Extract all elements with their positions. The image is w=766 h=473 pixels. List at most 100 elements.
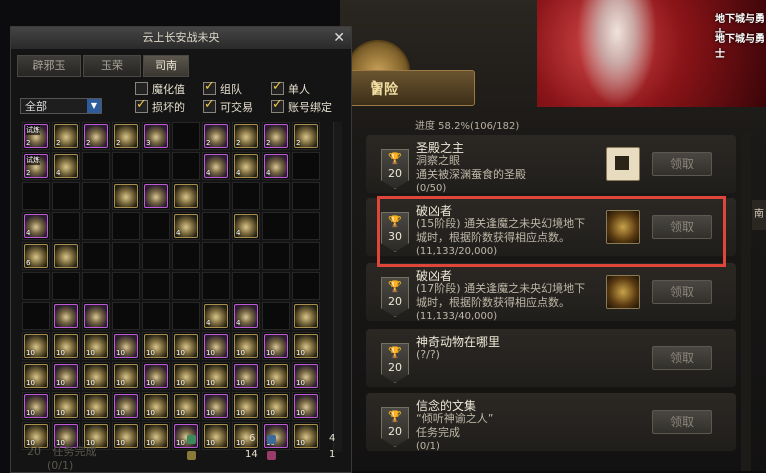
inventory-slot[interactable]: 10 [22, 362, 50, 390]
inventory-slot[interactable] [112, 182, 140, 210]
inventory-slot[interactable]: 4 [232, 212, 260, 240]
inventory-slot[interactable] [202, 272, 230, 300]
inventory-slot[interactable] [82, 182, 110, 210]
inventory-slot[interactable]: 10 [202, 362, 230, 390]
inventory-slot[interactable]: 10 [82, 332, 110, 360]
inventory-slot[interactable]: 10 [232, 332, 260, 360]
inventory-slot[interactable]: 2 [232, 122, 260, 150]
inventory-slot[interactable]: 10 [142, 332, 170, 360]
inventory-slot[interactable]: 2 [82, 122, 110, 150]
tab-sinan[interactable]: 司南 [143, 55, 189, 77]
item-chest-icon[interactable]: 10 [114, 394, 138, 418]
inventory-slot[interactable]: 4 [232, 302, 260, 330]
inventory-slot[interactable]: 10 [142, 422, 170, 450]
item-chest-icon[interactable]: 2 [54, 124, 78, 148]
inventory-slot[interactable]: 2 [112, 122, 140, 150]
inventory-slot[interactable]: 10 [52, 362, 80, 390]
claim-button[interactable]: 领取 [652, 346, 712, 370]
item-chest-icon[interactable]: 4 [174, 214, 198, 238]
filter-select[interactable]: 全部 ▼ [20, 98, 102, 114]
inventory-slot[interactable] [112, 212, 140, 240]
inventory-slot[interactable]: 2 [262, 122, 290, 150]
inventory-slot[interactable] [202, 182, 230, 210]
inventory-slot[interactable]: 试炼 2 [22, 152, 50, 180]
item-chest-icon[interactable]: 2 [204, 124, 228, 148]
inventory-slot[interactable]: 10 [262, 362, 290, 390]
claim-button[interactable]: 领取 [652, 410, 712, 434]
inventory-slot[interactable] [172, 182, 200, 210]
item-chest-icon[interactable]: 10 [144, 334, 168, 358]
item-chest-icon[interactable] [114, 184, 138, 208]
item-chest-icon[interactable]: 10 [294, 424, 318, 448]
inventory-slot[interactable] [112, 242, 140, 270]
inventory-slot[interactable] [52, 212, 80, 240]
inventory-slot[interactable]: 2 [202, 122, 230, 150]
item-chest-icon[interactable]: 2 [84, 124, 108, 148]
inventory-slot[interactable] [262, 242, 290, 270]
item-chest-icon[interactable]: 4 [234, 214, 258, 238]
inventory-slot[interactable] [112, 152, 140, 180]
item-chest-icon[interactable]: 10 [234, 334, 258, 358]
scrollbar[interactable] [741, 132, 751, 471]
item-chest-icon[interactable] [144, 184, 168, 208]
inventory-slot[interactable]: 10 [202, 332, 230, 360]
item-chest-icon[interactable]: 10 [84, 394, 108, 418]
tab-adventure[interactable]: 冒险 ❯ [345, 70, 475, 106]
item-chest-icon[interactable]: 4 [264, 154, 288, 178]
inventory-slot[interactable] [202, 242, 230, 270]
item-chest-icon[interactable]: 10 [24, 394, 48, 418]
item-chest-icon[interactable]: 10 [234, 394, 258, 418]
inventory-slot[interactable]: 试炼 2 [22, 122, 50, 150]
item-chest-icon[interactable]: 10 [24, 364, 48, 388]
inventory-slot[interactable] [262, 302, 290, 330]
inventory-slot[interactable]: 10 [82, 362, 110, 390]
item-chest-icon[interactable]: 试炼 2 [24, 124, 48, 148]
checkbox-damaged[interactable]: 损坏的 [135, 97, 185, 115]
inventory-slot[interactable]: 10 [112, 332, 140, 360]
item-chest-icon[interactable]: 10 [54, 394, 78, 418]
inventory-slot[interactable]: 10 [172, 392, 200, 420]
item-chest-icon[interactable]: 10 [204, 364, 228, 388]
tab-bixieyu[interactable]: 辟邪玉 [17, 55, 81, 77]
inventory-slot[interactable] [202, 212, 230, 240]
item-chest-icon[interactable]: 2 [294, 124, 318, 148]
item-chest-icon[interactable]: 10 [114, 364, 138, 388]
inventory-slot[interactable]: 10 [292, 362, 320, 390]
inventory-slot[interactable] [172, 122, 200, 150]
inventory-slot[interactable] [292, 152, 320, 180]
item-chest-icon[interactable]: 试炼 2 [24, 154, 48, 178]
inventory-slot[interactable]: 4 [202, 302, 230, 330]
inventory-slot[interactable] [112, 272, 140, 300]
item-chest-icon[interactable]: 10 [144, 394, 168, 418]
inventory-slot[interactable] [262, 272, 290, 300]
item-chest-icon[interactable]: 10 [144, 364, 168, 388]
item-chest-icon[interactable]: 10 [54, 364, 78, 388]
item-chest-icon[interactable] [294, 304, 318, 328]
inventory-slot[interactable] [172, 272, 200, 300]
inventory-slot[interactable]: 10 [112, 422, 140, 450]
close-icon[interactable]: ✕ [333, 27, 345, 49]
item-chest-icon[interactable]: 10 [174, 394, 198, 418]
inventory-slot[interactable] [142, 212, 170, 240]
inventory-slot[interactable] [292, 302, 320, 330]
inventory-slot[interactable]: 2 [292, 122, 320, 150]
inventory-scrollbar[interactable] [333, 122, 342, 452]
item-chest-icon[interactable]: 2 [114, 124, 138, 148]
inventory-slot[interactable] [52, 302, 80, 330]
inventory-slot[interactable]: 10 [202, 422, 230, 450]
inventory-slot[interactable]: 10 [22, 332, 50, 360]
inventory-slot[interactable]: 10 [232, 392, 260, 420]
item-chest-icon[interactable]: 10 [294, 364, 318, 388]
item-chest-icon[interactable] [54, 244, 78, 268]
inventory-slot[interactable]: 10 [52, 332, 80, 360]
inventory-slot[interactable]: 4 [172, 212, 200, 240]
item-chest-icon[interactable]: 4 [204, 154, 228, 178]
item-chest-icon[interactable]: 10 [204, 394, 228, 418]
inventory-slot[interactable]: 10 [22, 392, 50, 420]
inventory-slot[interactable] [232, 242, 260, 270]
checkbox-mohua[interactable]: 魔化值 [135, 81, 185, 97]
inventory-slot[interactable] [172, 152, 200, 180]
item-chest-icon[interactable]: 10 [114, 424, 138, 448]
item-chest-icon[interactable]: 3 [144, 124, 168, 148]
item-chest-icon[interactable] [54, 304, 78, 328]
